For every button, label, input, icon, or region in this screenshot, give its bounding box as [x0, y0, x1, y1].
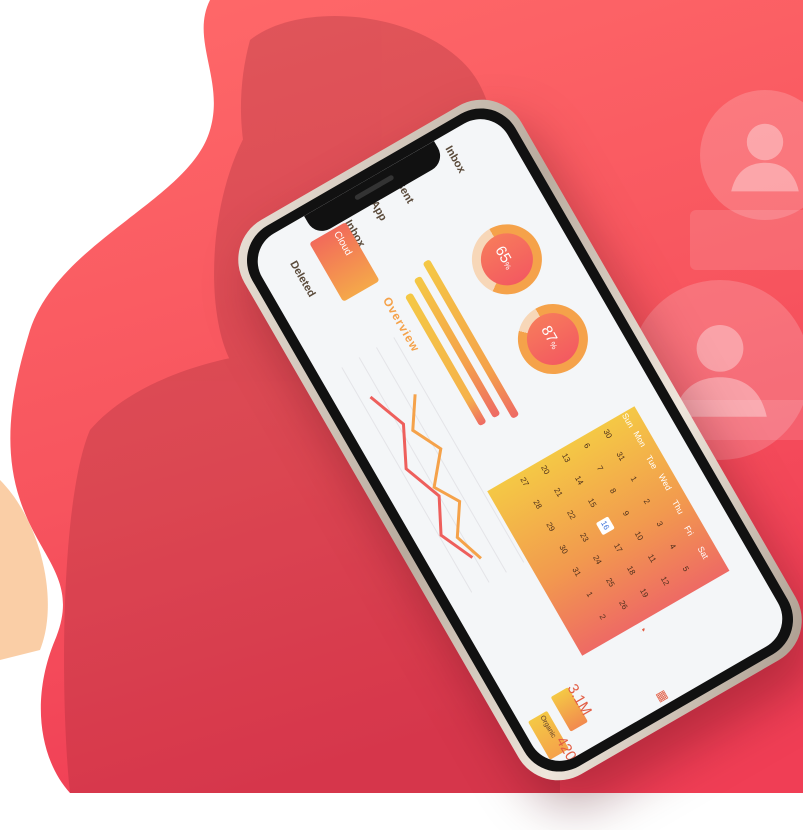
calendar-day[interactable]: 27: [517, 474, 532, 491]
calendar-day[interactable]: 15: [585, 495, 600, 512]
calendar-day[interactable]: 30: [600, 426, 615, 443]
calendar-icon[interactable]: ▦: [654, 687, 672, 704]
calendar-weekday: Thu: [669, 498, 686, 516]
calendar-weekday: Mon: [631, 429, 649, 449]
menu-item-cloud-card[interactable]: [309, 221, 380, 302]
calendar-day[interactable]: 29: [543, 519, 558, 536]
calendar-day[interactable]: 7: [592, 460, 607, 477]
phone-frame: Inbox Sent App Inbox Cloud Deleted 65% 8…: [221, 82, 803, 798]
calendar-day[interactable]: 12: [657, 573, 672, 590]
calendar-day[interactable]: 1: [626, 471, 641, 488]
calendar-weekday: Sun: [620, 411, 637, 430]
calendar-day[interactable]: 11: [644, 550, 659, 567]
calendar-day[interactable]: 23: [577, 529, 592, 546]
calendar-day[interactable]: 21: [551, 484, 566, 501]
calendar-grid: 30 31 1 2 3 4 5 6 7 8 9 10 11 12 13 14 15 16 17 18 19 20 21 22 2…: [487, 406, 690, 621]
calendar-day[interactable]: 2: [595, 609, 610, 626]
progress-ring-65: 65%: [459, 211, 555, 308]
calendar-day[interactable]: 9: [618, 505, 633, 522]
calendar-day[interactable]: 4: [665, 538, 680, 555]
calendar-day[interactable]: 31: [613, 448, 628, 465]
calendar-widget[interactable]: Sun Mon Tue Wed Thu Fri Sat 30 31 1 2 3 4 5 6 7 8…: [487, 406, 730, 656]
calendar-day[interactable]: 22: [564, 507, 579, 524]
calendar-day[interactable]: 10: [631, 528, 646, 545]
calendar-weekday: Fri: [682, 523, 696, 538]
calendar-day[interactable]: 24: [590, 552, 605, 569]
menu-item-inbox[interactable]: Inbox: [443, 144, 468, 175]
progress-ring-87: 87%: [505, 291, 601, 387]
calendar-day[interactable]: 28: [530, 496, 545, 513]
calendar-day[interactable]: 13: [559, 450, 574, 467]
calendar-day[interactable]: 31: [569, 564, 584, 581]
calendar-weekday: Sat: [695, 544, 711, 561]
calendar-day[interactable]: 6: [579, 438, 594, 455]
phone-screen: Inbox Sent App Inbox Cloud Deleted 65% 8…: [246, 107, 794, 773]
calendar-day[interactable]: 5: [678, 561, 693, 578]
clock-icon[interactable]: ◔: [635, 622, 651, 635]
line-chart: [341, 337, 525, 593]
calendar-day[interactable]: 30: [556, 541, 571, 558]
calendar-weekday: Wed: [656, 472, 674, 493]
calendar-day[interactable]: 1: [582, 586, 597, 603]
menu-item-deleted[interactable]: Deleted: [287, 259, 317, 299]
calendar-day[interactable]: 3: [652, 516, 667, 533]
phone-mockup: Inbox Sent App Inbox Cloud Deleted 65% 8…: [120, 82, 803, 830]
calendar-day[interactable]: 17: [611, 540, 626, 557]
calendar-day[interactable]: 19: [637, 585, 652, 602]
calendar-day[interactable]: 14: [572, 472, 587, 489]
calendar-weekday: Tue: [643, 453, 660, 471]
calendar-day[interactable]: 8: [605, 483, 620, 500]
calendar-day[interactable]: 26: [616, 597, 631, 614]
calendar-day[interactable]: 25: [603, 574, 618, 591]
calendar-day[interactable]: 18: [624, 562, 639, 579]
calendar-day[interactable]: 20: [538, 462, 553, 479]
calendar-day[interactable]: 2: [639, 493, 654, 510]
